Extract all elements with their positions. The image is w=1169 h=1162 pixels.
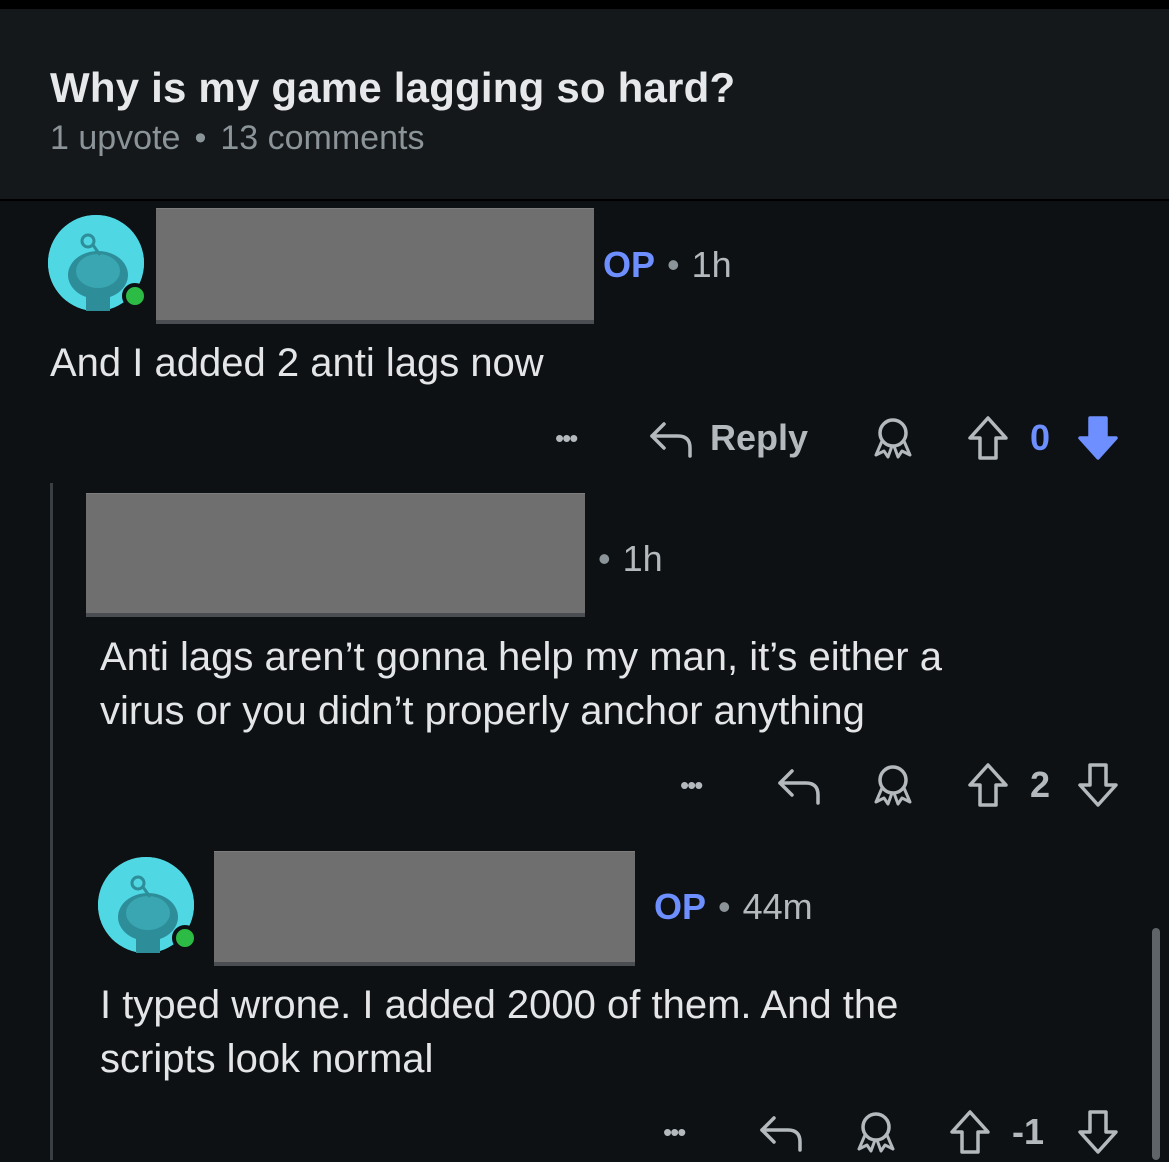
more-icon: ••• (663, 1116, 686, 1147)
online-status-dot (172, 925, 198, 951)
meta-separator: • (667, 244, 680, 285)
downvote-button[interactable] (1076, 755, 1120, 815)
comment-count: 13 comments (220, 119, 425, 157)
comment-meta: • 1h (598, 538, 663, 580)
award-button[interactable] (870, 755, 916, 815)
thread-line[interactable] (50, 483, 53, 1160)
upvote-arrow-icon (950, 1110, 990, 1154)
top-bar (0, 0, 1169, 9)
vote-count: 2 (1030, 755, 1050, 815)
more-icon: ••• (680, 769, 703, 800)
award-button[interactable] (870, 408, 916, 468)
comment-actions: ••• 2 (0, 755, 1169, 815)
award-button[interactable] (853, 1102, 899, 1162)
reply-button[interactable] (758, 1102, 804, 1162)
more-options-button[interactable]: ••• (663, 1102, 686, 1162)
meta-separator: • (718, 886, 731, 927)
comment-timestamp: 1h (622, 538, 663, 579)
comment-body: Anti lags aren’t gonna help my man, it’s… (100, 630, 942, 738)
upvote-arrow-icon (968, 416, 1008, 460)
upvote-button[interactable] (966, 755, 1010, 815)
downvote-arrow-icon (1078, 1110, 1118, 1154)
reply-button[interactable] (776, 755, 822, 815)
comment-timestamp: 1h (691, 244, 732, 285)
more-icon: ••• (555, 422, 578, 453)
comment-line: I typed wrone. I added 2000 of them. And… (100, 983, 899, 1027)
meta-separator: • (194, 119, 207, 157)
op-badge: OP (603, 244, 656, 285)
award-icon (857, 1112, 895, 1153)
comment-meta: OP • 1h (603, 244, 732, 286)
more-options-button[interactable]: ••• (680, 755, 703, 815)
comment-body: I typed wrone. I added 2000 of them. And… (100, 978, 898, 1086)
downvote-arrow-icon (1078, 763, 1118, 807)
vote-count: 0 (1030, 408, 1050, 468)
meta-separator: • (598, 538, 611, 579)
comment-actions: ••• -1 (0, 1102, 1169, 1162)
upvote-arrow-icon (968, 763, 1008, 807)
vote-count-value: 0 (1030, 417, 1051, 458)
vote-count-value: 2 (1030, 764, 1051, 805)
avatar[interactable] (48, 215, 148, 311)
reply-button[interactable]: Reply (648, 408, 808, 468)
downvote-arrow-filled-icon (1078, 416, 1118, 460)
downvote-button[interactable] (1076, 1102, 1120, 1162)
comment-line: virus or you didn’t properly anchor anyt… (100, 689, 865, 733)
vote-count-value: -1 (1012, 1111, 1045, 1152)
comment-line: scripts look normal (100, 1037, 434, 1081)
reply-label: Reply (710, 417, 809, 458)
reply-arrow-icon (760, 1116, 802, 1152)
upvote-count: 1 upvote (50, 119, 181, 157)
comment-timestamp: 44m (742, 886, 813, 927)
post-meta: 1 upvote • 13 comments (50, 119, 424, 158)
upvote-button[interactable] (966, 408, 1010, 468)
redacted-username (156, 209, 594, 320)
post-header: Why is my game lagging so hard? 1 upvote… (0, 9, 1169, 201)
more-options-button[interactable]: ••• (555, 408, 578, 468)
avatar[interactable] (98, 857, 198, 953)
comment-actions: ••• Reply 0 (0, 408, 1169, 468)
vote-count: -1 (1012, 1102, 1044, 1162)
op-badge: OP (654, 886, 707, 927)
upvote-button[interactable] (948, 1102, 992, 1162)
comment-line: Anti lags aren’t gonna help my man, it’s… (100, 635, 942, 679)
reply-arrow-icon (650, 422, 692, 458)
comment-body: And I added 2 anti lags now (50, 341, 544, 385)
online-status-dot (122, 283, 148, 309)
downvote-button[interactable] (1076, 408, 1120, 468)
comment-meta: OP • 44m (654, 886, 813, 928)
award-icon (874, 765, 912, 806)
redacted-username (214, 852, 635, 962)
post-title[interactable]: Why is my game lagging so hard? (50, 64, 735, 112)
redacted-user-header (86, 494, 585, 613)
reply-arrow-icon (778, 769, 820, 805)
scrollbar[interactable] (1152, 928, 1160, 1160)
award-icon (874, 418, 912, 459)
